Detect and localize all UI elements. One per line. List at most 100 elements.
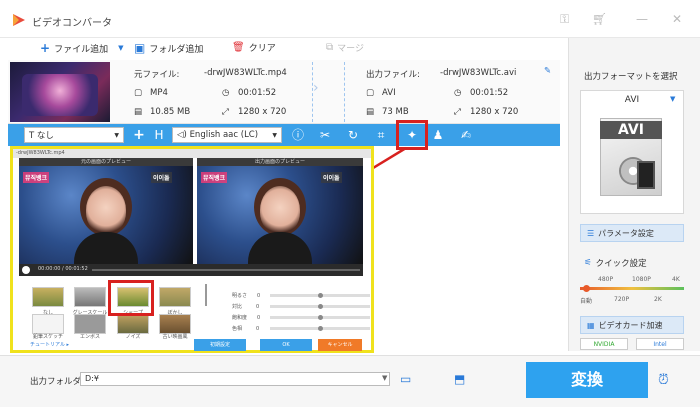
time-display: 00:00:00 / 00:01:52 (38, 266, 88, 272)
cart-icon[interactable]: 🛒︎ (592, 12, 607, 26)
tutorial-link[interactable]: チュートリアル ▸ (30, 341, 69, 348)
key-icon[interactable]: ⚿ (560, 12, 569, 27)
slider-row: 飽和度 0 (232, 314, 260, 322)
avi-card-label: AVI (600, 121, 662, 139)
close-button[interactable]: ✕ (672, 12, 682, 26)
filter-sketch-thumb[interactable] (32, 314, 64, 334)
browse-folder-icon[interactable]: ▭ (400, 372, 411, 386)
seek-bar[interactable] (92, 269, 360, 271)
chevron-down-icon[interactable]: ▼ (670, 95, 675, 103)
merge-icon: ⧉ (326, 42, 334, 53)
merge-label: マージ (337, 44, 364, 54)
sliders-icon: ☰ (587, 228, 595, 238)
format-name: AVI (624, 95, 640, 105)
nvidia-badge[interactable]: NVIDIA (580, 338, 628, 350)
resolution-icon: ⤢ (222, 107, 229, 117)
app-logo-icon (12, 13, 26, 27)
intel-badge[interactable]: Intel (636, 338, 684, 350)
dropdown-arrow-icon[interactable]: ▼ (118, 44, 123, 52)
gpu-icon: ▦ (587, 320, 595, 330)
nvidia-label: NVIDIA (593, 340, 615, 348)
output-preview-header: 出力画面のプレビュー (197, 158, 363, 166)
effects-dialog-title: -drwJW83WLTc.mp4 (13, 149, 371, 158)
clear-label: クリア (248, 44, 276, 54)
quick-settings-title: ⚟ クイック設定 (584, 257, 647, 269)
filter-noise-thumb[interactable] (117, 314, 149, 334)
reset-button[interactable]: 初期設定 (194, 339, 246, 351)
slider-row: 色相 0 (232, 325, 260, 333)
output-size-icon: ▤ (366, 107, 375, 117)
speaker-icon: ◁) (177, 130, 187, 140)
param-settings-label: パラメータ設定 (598, 228, 654, 238)
quality-label: 720P (614, 296, 630, 303)
filter-grayscale-thumb[interactable] (74, 287, 106, 307)
crop-icon[interactable]: ⌗ (373, 127, 389, 143)
hue-slider[interactable] (270, 326, 370, 331)
slider-value: 0 (256, 325, 260, 332)
watermark-icon[interactable]: ♟ (430, 127, 446, 143)
convert-button[interactable]: 変換 (526, 362, 648, 398)
size-icon: ▤ (134, 107, 143, 117)
quality-slider-thumb[interactable] (583, 285, 590, 292)
intel-label: Intel (653, 340, 667, 348)
plus-icon: + (40, 41, 51, 55)
slider-label: 対比 (232, 304, 243, 310)
slider-label: 飽和度 (232, 315, 248, 321)
edit-name-icon[interactable]: ✎ (544, 66, 551, 76)
output-resolution-icon: ⤢ (454, 107, 461, 117)
source-preview-header: 元の画面のプレビュー (19, 158, 193, 166)
ok-button[interactable]: OK (260, 339, 312, 351)
filter-old-film-thumb[interactable] (159, 314, 191, 334)
overlay-left: 뮤직뱅크 (201, 172, 228, 183)
sharpen-highlight (108, 280, 154, 316)
hardware-accel-button[interactable]: ▦ ビデオカード加速 (580, 316, 684, 334)
source-file-name: -drwJW83WLTc.mp4 (204, 68, 287, 78)
parameter-settings-button[interactable]: ☰ パラメータ設定 (580, 224, 684, 242)
filter-emboss-thumb[interactable] (74, 314, 106, 334)
quality-slider[interactable] (580, 287, 684, 290)
overlay-right: 이이돌 (321, 172, 342, 183)
source-duration: 00:01:52 (238, 88, 277, 98)
video-thumbnail (10, 62, 110, 122)
output-folder-input[interactable]: D:¥ (80, 372, 390, 386)
add-folder-label: フォルダ追加 (149, 44, 204, 55)
add-subtitle-icon[interactable]: + (131, 127, 147, 143)
merge-button[interactable]: ⧉ マージ (326, 41, 364, 54)
audio-track-select[interactable]: ◁) English aac (LC) ▼ (172, 127, 282, 143)
filter-label: エンボス (79, 334, 100, 340)
rotate-icon[interactable]: ↻ (345, 127, 361, 143)
subtitle-select[interactable]: T なし ▼ (24, 127, 124, 143)
output-file-name: -drwJW83WLTc.avi (440, 68, 517, 78)
info-icon[interactable]: ⓘ (290, 127, 306, 143)
open-output-folder-icon[interactable]: ⬒ (454, 372, 465, 386)
source-resolution: 1280 x 720 (238, 107, 287, 117)
subtitle-style-icon[interactable]: H (151, 127, 167, 143)
brightness-slider[interactable] (270, 293, 370, 298)
output-folder-label: 出力フォルダ: (30, 377, 84, 387)
trash-icon: 🗑︎ (232, 42, 245, 53)
minimize-button[interactable]: — (636, 12, 648, 26)
add-file-button[interactable]: + ファイル追加 ▼ (40, 41, 123, 55)
output-file-label: 出力ファイル: (366, 70, 420, 80)
contrast-slider[interactable] (270, 304, 370, 309)
saturation-slider[interactable] (270, 315, 370, 320)
quality-tick: 4K (672, 276, 680, 283)
alarm-clock-icon[interactable]: ⏰︎ (658, 372, 669, 388)
subtitle-select-value: なし (36, 131, 54, 141)
output-size: 73 MB (382, 107, 409, 117)
subtitle-edit-icon[interactable]: ✍ (458, 127, 474, 143)
filter-blur-thumb[interactable] (159, 287, 191, 307)
filter-label: 古い映画風 (162, 334, 188, 340)
play-icon[interactable] (22, 266, 30, 274)
chevron-down-icon[interactable]: ▼ (382, 374, 387, 382)
filter-none-thumb[interactable] (32, 287, 64, 307)
filter-scrollbar[interactable] (205, 284, 207, 306)
cancel-button[interactable]: キャンセル (318, 339, 362, 351)
clear-button[interactable]: 🗑︎ クリア (232, 41, 276, 54)
add-folder-button[interactable]: ▣ フォルダ追加 (134, 41, 203, 55)
cut-icon[interactable]: ✂ (317, 127, 333, 143)
overlay-left: 뮤직뱅크 (23, 172, 50, 183)
separator-right (344, 62, 345, 122)
output-duration: 00:01:52 (470, 88, 509, 98)
overlay-right: 이이돌 (151, 172, 172, 183)
